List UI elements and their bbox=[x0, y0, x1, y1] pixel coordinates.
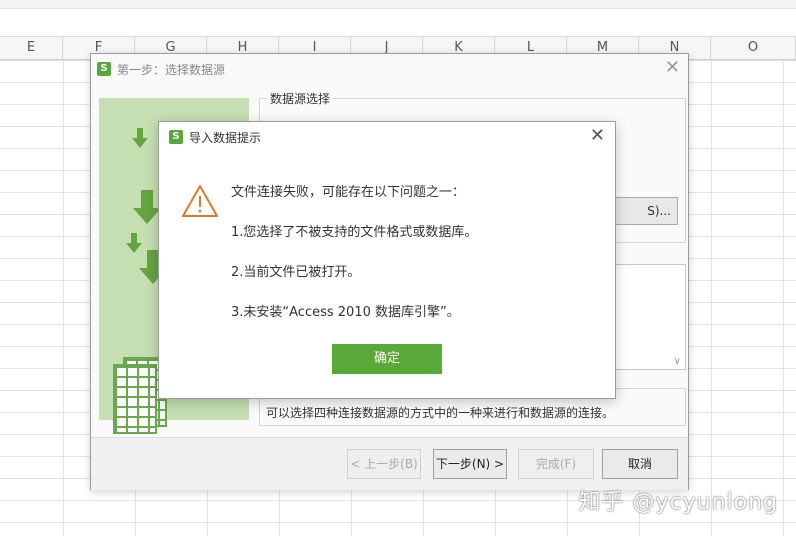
error-title-bar[interactable]: S 导入数据提示 ✕ bbox=[159, 122, 615, 152]
error-message-item: 2.当前文件已被打开。 bbox=[231, 265, 361, 280]
finish-button[interactable]: 完成(F) bbox=[518, 449, 594, 479]
wizard-title: 第一步：选择数据源 bbox=[117, 63, 226, 77]
browse-button[interactable]: S)... bbox=[607, 197, 678, 225]
column-header-e[interactable]: E bbox=[0, 37, 63, 59]
watermark: 知乎 @ycyunlong bbox=[578, 490, 778, 515]
error-message-heading: 文件连接失败，可能存在以下问题之一： bbox=[231, 185, 466, 200]
wizard-description: 可以选择四种连接数据源的方式中的一种来进行和数据源的连接。 bbox=[266, 406, 615, 420]
wps-logo-icon: S bbox=[169, 130, 183, 144]
datasource-group-label: 数据源选择 bbox=[267, 90, 334, 107]
ribbon-strip bbox=[0, 0, 796, 9]
cancel-button[interactable]: 取消 bbox=[602, 449, 678, 479]
prev-button[interactable]: < 上一步(B) bbox=[347, 449, 421, 479]
wps-logo-icon: S bbox=[97, 62, 111, 76]
close-icon[interactable]: ✕ bbox=[590, 125, 605, 146]
error-message-item: 1.您选择了不被支持的文件格式或数据库。 bbox=[231, 225, 478, 240]
import-error-dialog: S 导入数据提示 ✕ 文件连接失败，可能存在以下问题之一： 1.您选择了不被支持… bbox=[158, 121, 616, 399]
arrow-down-icon bbox=[132, 128, 148, 148]
close-icon[interactable]: ✕ bbox=[665, 57, 680, 78]
warning-icon bbox=[182, 185, 218, 217]
error-dialog-title: 导入数据提示 bbox=[189, 131, 262, 145]
next-button[interactable]: 下一步(N) > bbox=[433, 449, 507, 479]
ok-button[interactable]: 确定 bbox=[332, 344, 442, 374]
arrow-down-icon bbox=[126, 233, 142, 253]
scroll-down-icon[interactable]: ∨ bbox=[674, 356, 681, 367]
wizard-title-bar[interactable]: S 第一步：选择数据源 ✕ bbox=[91, 54, 688, 84]
arrow-down-icon bbox=[133, 190, 161, 224]
error-message-item: 3.未安装“Access 2010 数据库引擎”。 bbox=[231, 305, 460, 320]
column-header-o[interactable]: O bbox=[711, 37, 796, 59]
table-icon bbox=[113, 364, 157, 434]
toolbar-area bbox=[0, 0, 796, 37]
